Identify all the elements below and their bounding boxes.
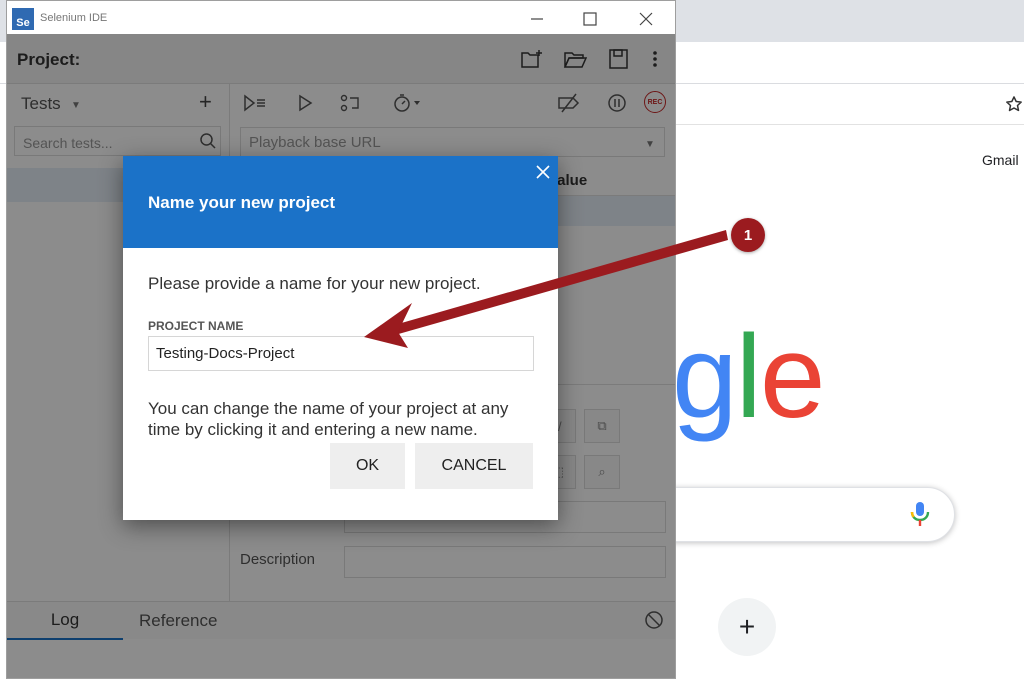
gmail-link[interactable]: Gmail <box>982 152 1019 168</box>
close-window-icon[interactable] <box>636 9 656 29</box>
google-logo-letter-l: l <box>735 311 762 443</box>
google-logo-letter-e: e <box>759 311 826 443</box>
selenium-logo: Se <box>12 8 34 30</box>
project-name-label: PROJECT NAME <box>148 319 244 333</box>
project-name-input[interactable] <box>148 336 534 371</box>
ok-button[interactable]: OK <box>330 443 405 489</box>
title-bar: Se Selenium IDE <box>7 1 675 34</box>
google-logo-letter-g: g <box>672 311 738 443</box>
dialog-title: Name your new project <box>148 193 336 212</box>
microphone-icon[interactable] <box>908 500 932 528</box>
page-divider <box>676 124 1024 125</box>
add-shortcut-button[interactable]: + <box>718 598 776 656</box>
dialog-hint: You can change the name of your project … <box>148 399 509 439</box>
screen: Gmail gle + Se Selenium IDE Project: Tes… <box>0 0 1024 679</box>
close-icon[interactable] <box>534 163 552 181</box>
cancel-button[interactable]: CANCEL <box>415 443 533 489</box>
bookmark-star-icon[interactable] <box>1004 94 1024 114</box>
dialog-header: Name your new project <box>123 156 558 248</box>
dialog-prompt: Please provide a name for your new proje… <box>148 274 481 293</box>
maximize-icon[interactable] <box>580 9 600 29</box>
callout-badge: 1 <box>731 218 765 252</box>
app-title: Selenium IDE <box>40 12 108 24</box>
google-logo: gle <box>672 318 825 436</box>
new-project-dialog: Name your new project Please provide a n… <box>123 156 558 520</box>
minimize-icon[interactable] <box>527 9 547 29</box>
